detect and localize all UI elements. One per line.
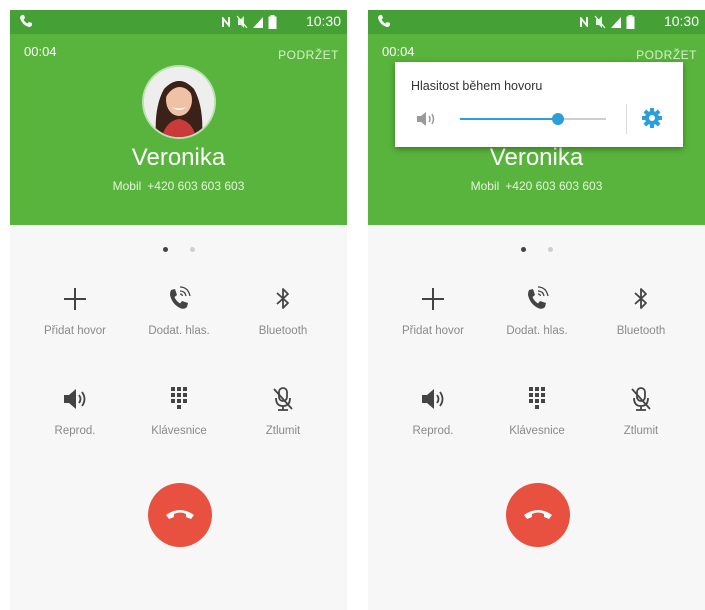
mic-off-icon — [631, 387, 651, 411]
add-call-button[interactable]: Přidat hovor — [378, 285, 488, 345]
mute-button[interactable]: Ztlumit — [586, 385, 696, 445]
speaker-label: Reprod. — [412, 425, 454, 437]
in-call-volume-popup: Hlasitost během hovoru — [395, 62, 683, 147]
add-call-label: Přidat hovor — [43, 325, 106, 337]
extra-volume-phone-icon — [170, 286, 191, 309]
popup-divider — [626, 104, 627, 134]
speaker-icon — [422, 389, 444, 409]
avatar — [144, 67, 214, 137]
call-timer: 00:04 — [382, 44, 415, 59]
keypad-label: Klávesnice — [151, 425, 207, 437]
speaker-label: Reprod. — [54, 425, 96, 437]
mute-button[interactable]: Ztlumit — [228, 385, 338, 445]
page-indicator — [10, 239, 347, 257]
caller-number-line: Mobil +420 603 603 603 — [10, 179, 347, 193]
mute-label: Ztlumit — [623, 425, 659, 437]
gear-icon[interactable] — [641, 107, 663, 129]
contact-photo — [144, 67, 214, 137]
nfc-icon — [222, 17, 230, 27]
caller-name: Veronika — [131, 144, 226, 171]
page-dot — [189, 247, 195, 252]
page-dot-active — [162, 247, 168, 252]
bluetooth-icon — [276, 288, 289, 309]
end-call-button[interactable] — [506, 483, 570, 547]
bluetooth-label: Bluetooth — [616, 325, 666, 337]
status-time: 10:30 — [305, 13, 341, 29]
status-icons — [578, 14, 635, 30]
page-dot-active — [520, 247, 526, 252]
keypad-label: Klávesnice — [509, 425, 565, 437]
end-call-icon — [166, 510, 194, 519]
call-header: 00:04 PODRŽET Veronika Mobil +420 603 603… — [10, 34, 347, 225]
caller-number-line: Mobil +420 603 603 603 — [368, 179, 705, 193]
bluetooth-label: Bluetooth — [258, 325, 308, 337]
volume-icon — [417, 112, 435, 126]
keypad-icon — [171, 387, 187, 409]
phone-number: +420 603 603 603 — [505, 179, 603, 193]
keypad-button[interactable]: Klávesnice — [482, 385, 592, 445]
status-bar: 10:30 — [368, 10, 705, 34]
extra-volume-button[interactable]: Dodat. hlas. — [482, 285, 592, 345]
end-call-button[interactable] — [148, 483, 212, 547]
number-type: Mobil — [470, 179, 500, 193]
signal-icon — [253, 17, 263, 28]
hold-button[interactable]: PODRŽET — [636, 48, 697, 62]
page-indicator — [368, 239, 705, 257]
plus-icon — [422, 288, 444, 310]
volume-popup-title: Hlasitost během hovoru — [411, 79, 543, 93]
call-timer: 00:04 — [24, 44, 57, 59]
status-time: 10:30 — [663, 13, 699, 29]
extra-volume-button[interactable]: Dodat. hlas. — [124, 285, 234, 345]
hold-button[interactable]: PODRŽET — [278, 48, 339, 62]
mute-status-icon — [594, 15, 606, 29]
status-bar: 10:30 — [10, 10, 347, 34]
call-screen-left: 10:30 00:04 PODRŽET Veronika Mobil +420 6… — [10, 10, 347, 610]
add-call-button[interactable]: Přidat hovor — [20, 285, 130, 345]
status-icons — [220, 14, 277, 30]
battery-icon — [268, 15, 277, 29]
speaker-icon — [64, 389, 86, 409]
bluetooth-button[interactable]: Bluetooth — [228, 285, 338, 345]
speaker-button[interactable]: Reprod. — [20, 385, 130, 445]
call-screen-right: 10:30 00:04 PODRŽET Veronika Mobil +420 6… — [368, 10, 705, 610]
signal-icon — [611, 17, 621, 28]
number-type: Mobil — [112, 179, 142, 193]
extra-volume-label: Dodat. hlas. — [148, 325, 210, 337]
speaker-button[interactable]: Reprod. — [378, 385, 488, 445]
nfc-icon — [580, 17, 588, 27]
bluetooth-button[interactable]: Bluetooth — [586, 285, 696, 345]
volume-slider-thumb[interactable] — [551, 113, 564, 125]
add-call-label: Přidat hovor — [401, 325, 464, 337]
extra-volume-phone-icon — [528, 286, 549, 309]
mute-status-icon — [236, 15, 248, 29]
end-call-icon — [524, 510, 552, 519]
keypad-button[interactable]: Klávesnice — [124, 385, 234, 445]
mute-label: Ztlumit — [265, 425, 301, 437]
phone-icon — [378, 15, 390, 27]
keypad-icon — [529, 387, 545, 409]
phone-icon — [20, 15, 32, 27]
page-dot — [547, 247, 553, 252]
phone-number: +420 603 603 603 — [147, 179, 245, 193]
volume-slider-fill — [460, 118, 558, 120]
extra-volume-label: Dodat. hlas. — [506, 325, 568, 337]
volume-slider[interactable] — [460, 113, 606, 125]
caller-name: Veronika — [489, 144, 584, 171]
plus-icon — [64, 288, 86, 310]
bluetooth-icon — [634, 288, 647, 309]
battery-icon — [626, 15, 635, 29]
mic-off-icon — [273, 387, 293, 411]
